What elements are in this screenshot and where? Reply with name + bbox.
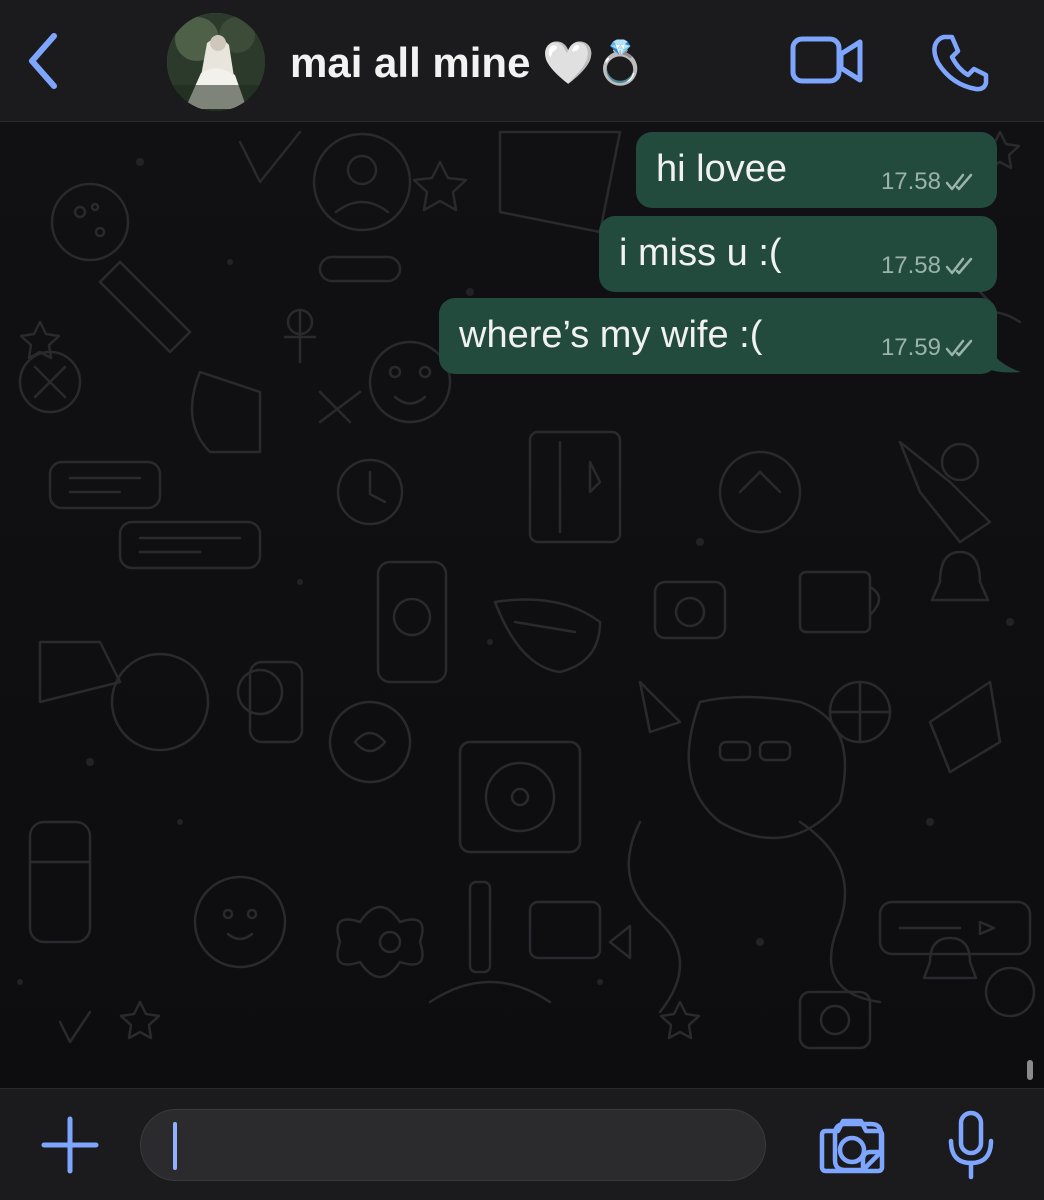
chevron-left-icon — [29, 33, 57, 89]
message-input-field[interactable] — [140, 1109, 884, 1182]
camera-button[interactable] — [818, 1115, 886, 1175]
camera-icon — [819, 1118, 885, 1174]
text-caret — [173, 1122, 177, 1170]
microphone-icon — [948, 1110, 994, 1180]
message-time: 17.58 — [880, 168, 941, 195]
message-meta: 17.58 — [881, 168, 975, 196]
avatar-photo — [167, 13, 265, 111]
attach-button[interactable] — [38, 1113, 102, 1177]
back-button[interactable] — [20, 28, 70, 94]
message-meta: 17.58 — [881, 252, 975, 280]
message-input[interactable] — [181, 1110, 665, 1182]
message-time: 17.58 — [880, 252, 941, 279]
message-time: 17.59 — [880, 334, 941, 361]
double-check-icon — [945, 257, 973, 275]
voice-call-button[interactable] — [930, 33, 990, 93]
message-text: i miss u :( — [619, 232, 782, 274]
chat-header: mai all mine 🤍💍 — [0, 0, 1044, 122]
message-bubble-outgoing[interactable]: hi lovee 17.58 — [636, 132, 997, 208]
double-check-icon — [945, 173, 973, 191]
message-bubble-outgoing[interactable]: where’s my wife :( 17.59 — [439, 298, 997, 374]
phone-icon — [932, 34, 989, 92]
message-text: where’s my wife :( — [459, 314, 763, 356]
bubble-tail — [985, 338, 1021, 373]
scroll-indicator[interactable] — [1027, 1060, 1033, 1080]
message-bubble-outgoing[interactable]: i miss u :( 17.58 — [599, 216, 997, 292]
message-list[interactable]: hi lovee 17.58 i miss u :( 17.58 where’s… — [0, 122, 1044, 1088]
video-camera-icon — [790, 36, 863, 84]
avatar[interactable] — [167, 13, 265, 111]
plus-icon — [41, 1116, 99, 1174]
message-text: hi lovee — [656, 148, 787, 190]
voice-message-button[interactable] — [944, 1109, 998, 1181]
message-meta: 17.59 — [881, 334, 975, 362]
double-check-icon — [945, 339, 973, 357]
message-composer — [0, 1088, 1044, 1200]
video-call-button[interactable] — [790, 34, 864, 88]
chat-screen: mai all mine 🤍💍 hi lovee 17.58 i miss u … — [0, 0, 1044, 1200]
contact-name[interactable]: mai all mine 🤍💍 — [290, 36, 647, 90]
